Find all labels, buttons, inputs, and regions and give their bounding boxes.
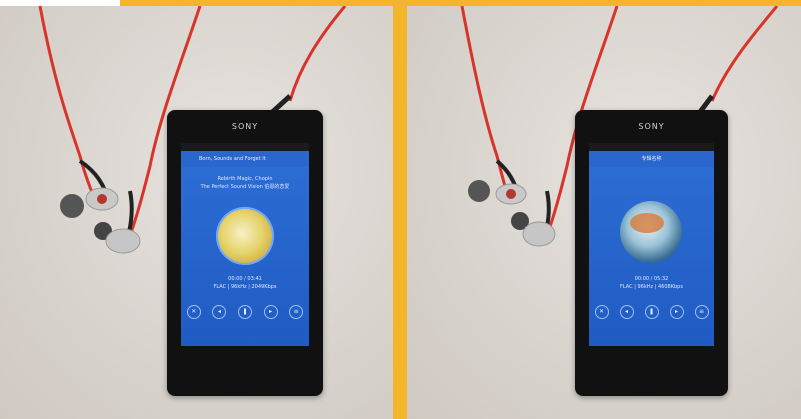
shuffle-icon[interactable]: ✕ xyxy=(186,305,201,319)
screen-title: 专辑名称 xyxy=(589,151,714,167)
playback-meta: 00:00 / 03:41 FLAC | 96kHz | 2049Kbps xyxy=(181,275,309,291)
next-icon[interactable]: ▸ xyxy=(669,305,684,319)
photo-left: SONY Born, Sounds and Forget It Rebirth … xyxy=(0,6,393,419)
photo-right: SONY 专辑名称 00:00 / 05:32 FLAC | 96kHz | 4… xyxy=(407,6,801,419)
blue-wave-album-art xyxy=(620,201,682,263)
phone-screen: Born, Sounds and Forget It Rebirth Magic… xyxy=(181,143,309,346)
phone-right: SONY 专辑名称 00:00 / 05:32 FLAC | 96kHz | 4… xyxy=(575,110,728,396)
audio-format-label: FLAC | 96kHz | 2049Kbps xyxy=(213,284,277,290)
status-bar xyxy=(589,143,714,151)
playlist-icon[interactable]: ≡ xyxy=(289,305,304,319)
phone-brand: SONY xyxy=(231,122,259,131)
photo-collage: SONY Born, Sounds and Forget It Rebirth … xyxy=(0,0,801,419)
yellow-map-album-art xyxy=(216,207,274,265)
time-label: 00:00 / 03:41 xyxy=(228,276,262,282)
audio-format-label: FLAC | 96kHz | 4608Kbps xyxy=(620,284,683,290)
phone-left: SONY Born, Sounds and Forget It Rebirth … xyxy=(167,110,323,396)
time-label: 00:00 / 05:32 xyxy=(634,276,669,282)
track-line-2: The Perfect Sound Vision 伯恩的恋爱 xyxy=(200,184,290,190)
previous-icon[interactable]: ◂ xyxy=(619,305,634,319)
playback-meta: 00:00 / 05:32 FLAC | 96kHz | 4608Kbps xyxy=(589,275,714,291)
playlist-icon[interactable]: ≡ xyxy=(694,305,709,319)
phone-screen: 专辑名称 00:00 / 05:32 FLAC | 96kHz | 4608Kb… xyxy=(589,143,714,346)
player-controls: ✕ ◂ ❚ ▸ ≡ xyxy=(589,305,714,319)
play-pause-icon[interactable]: ❚ xyxy=(644,305,659,319)
play-pause-icon[interactable]: ❚ xyxy=(237,305,252,319)
track-line-1: Rebirth Magic, Chopin xyxy=(217,176,273,182)
next-icon[interactable]: ▸ xyxy=(263,305,278,319)
screen-title: Born, Sounds and Forget It xyxy=(181,151,309,167)
phone-brand: SONY xyxy=(638,122,665,131)
orange-shape xyxy=(630,213,664,233)
status-bar xyxy=(181,143,309,151)
player-controls: ✕ ◂ ❚ ▸ ≡ xyxy=(181,305,309,319)
shuffle-icon[interactable]: ✕ xyxy=(594,305,609,319)
previous-icon[interactable]: ◂ xyxy=(212,305,227,319)
white-corner-notch xyxy=(0,0,120,6)
track-info: Rebirth Magic, Chopin The Perfect Sound … xyxy=(181,175,309,191)
